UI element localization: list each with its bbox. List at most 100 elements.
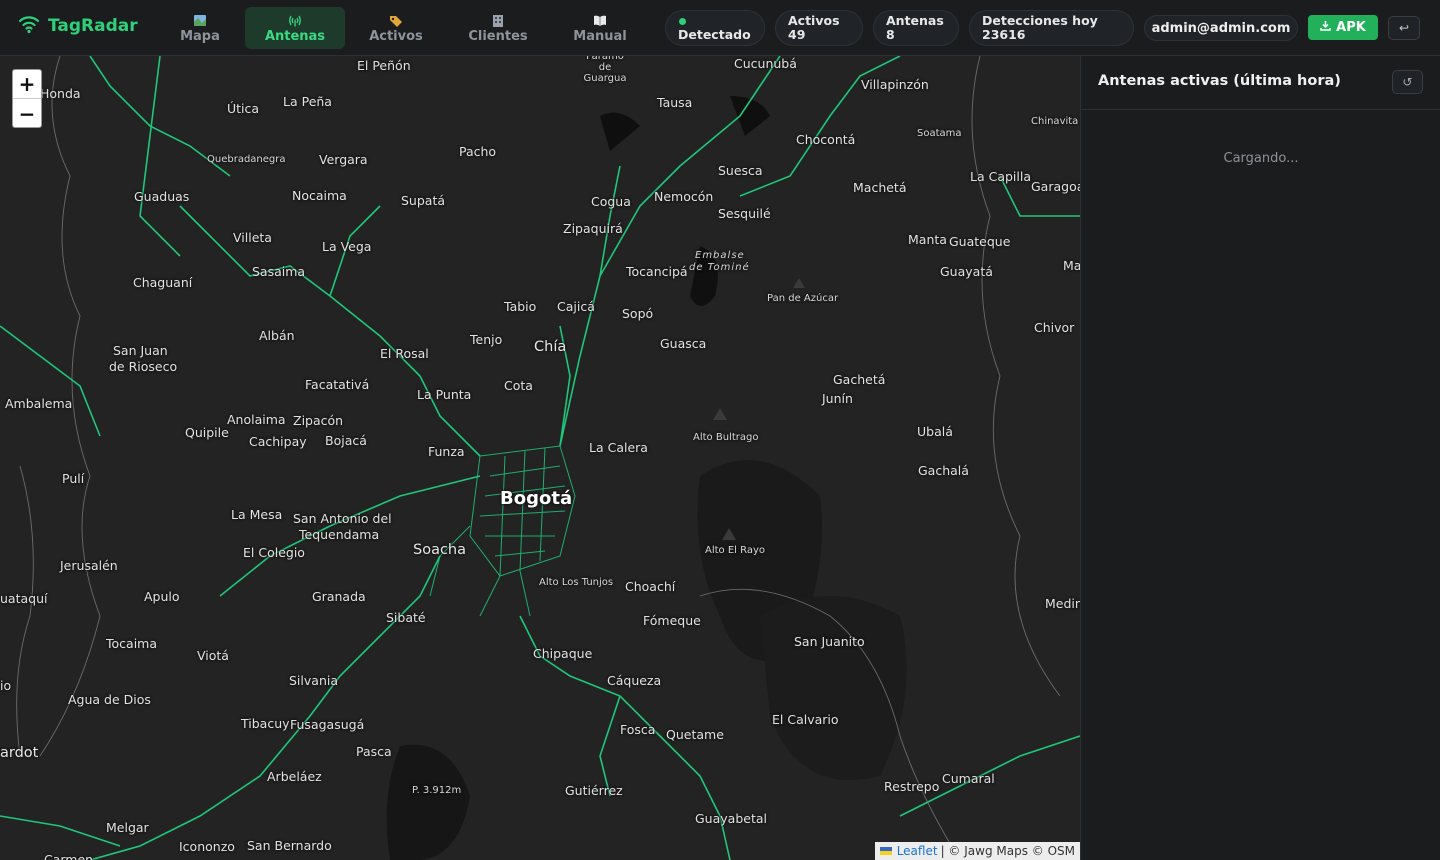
map-label: Zipacón xyxy=(293,413,344,428)
map-label: Alto Los Tunjos xyxy=(539,577,614,588)
logout-button[interactable]: ↩ xyxy=(1388,16,1420,40)
map-roads xyxy=(0,56,1080,860)
map-label: Cajicá xyxy=(557,299,595,314)
map-label: Chipaque xyxy=(533,646,593,661)
map-label: Funza xyxy=(428,444,465,459)
logout-icon: ↩ xyxy=(1398,21,1410,35)
tab-clientes[interactable]: Clientes xyxy=(448,7,548,49)
map-label-bogota: Bogotá xyxy=(500,488,573,509)
map-label: Pasca xyxy=(356,744,392,759)
map-label: Viotá xyxy=(197,648,229,663)
map-label: Icononzo xyxy=(179,839,235,854)
map-label: Chivor xyxy=(1034,320,1075,335)
map-label: Útica xyxy=(227,101,260,116)
apk-label: APK xyxy=(1336,20,1366,35)
antenas-count: Antenas 8 xyxy=(873,10,959,46)
tag-icon xyxy=(389,12,403,28)
refresh-button[interactable]: ↺ xyxy=(1392,70,1423,94)
apk-download-button[interactable]: APK xyxy=(1308,15,1378,40)
building-icon xyxy=(491,12,505,28)
map-view[interactable]: Honda El Peñón Páramo de Guargua Cucunub… xyxy=(0,56,1080,860)
map-label: Gachetá xyxy=(833,372,886,387)
app-name: TagRadar xyxy=(48,16,138,36)
map-label: Chocontá xyxy=(796,132,856,147)
map-label: San Juanito xyxy=(794,634,865,649)
map-label: Cota xyxy=(504,378,533,393)
map-label: Cachipay xyxy=(249,434,307,449)
panel-title: Antenas activas (última hora) xyxy=(1098,73,1341,89)
detecciones-value: 23616 xyxy=(982,27,1026,42)
map-label: El Calvario xyxy=(772,712,839,727)
map-label: Vergara xyxy=(319,152,368,167)
user-email[interactable]: admin@admin.com xyxy=(1144,15,1298,41)
map-label: Guaduas xyxy=(134,189,190,204)
panel-header: Antenas activas (última hora) ↺ xyxy=(1081,56,1440,110)
map-label: Choachí xyxy=(625,579,676,594)
detecciones-label: Detecciones hoy xyxy=(982,13,1098,28)
map-label: Guasca xyxy=(660,336,707,351)
map-label: La Vega xyxy=(322,239,372,254)
map-attribution: Leaflet | © Jawg Maps © OSM xyxy=(874,842,1080,860)
map-label: Guateque xyxy=(949,234,1011,249)
antenna-icon xyxy=(288,12,302,28)
tab-label: Mapa xyxy=(180,29,220,44)
map-label: Facatativá xyxy=(305,377,370,392)
map-label: Ma xyxy=(1063,258,1080,273)
wifi-icon xyxy=(18,14,40,38)
map-label: Chaguaní xyxy=(133,275,193,290)
map-label: El Colegio xyxy=(243,545,305,560)
map-label: Honda xyxy=(40,86,81,101)
map-label: io xyxy=(0,678,12,693)
map-label: Tenjo xyxy=(470,332,503,347)
peak-icon xyxy=(722,528,736,540)
map-label: Quebradanegra xyxy=(207,154,286,165)
tab-label: Manual xyxy=(573,29,627,44)
map-label: P. 3.912m xyxy=(412,785,462,796)
map-label: uataquí xyxy=(0,591,48,606)
detecciones-count: Detecciones hoy 23616 xyxy=(969,10,1134,46)
map-label: Alto Bultrago xyxy=(693,432,759,443)
map-label: San Bernardo xyxy=(247,838,332,853)
antenas-label: Antenas xyxy=(886,13,944,28)
antennas-panel: Antenas activas (última hora) ↺ Cargando… xyxy=(1080,56,1440,860)
leaflet-link[interactable]: Leaflet xyxy=(897,844,938,858)
antenas-value: 8 xyxy=(886,27,895,42)
map-label: Cucunubá xyxy=(734,56,797,71)
map-label: Fosca xyxy=(620,722,656,737)
zoom-out-button[interactable]: − xyxy=(13,99,41,127)
tab-label: Clientes xyxy=(468,29,528,44)
map-label: Apulo xyxy=(144,589,180,604)
detected-label: Detectado xyxy=(678,27,751,42)
map-label: Tabio xyxy=(504,299,537,314)
map-label: Cáqueza xyxy=(607,673,662,688)
map-label: Nocaima xyxy=(292,188,347,203)
map-label: Junín xyxy=(822,391,853,406)
map-label: Cogua xyxy=(591,194,631,209)
map-label: Silvania xyxy=(289,673,338,688)
map-label: Sasaima xyxy=(252,264,306,279)
tab-antenas[interactable]: Antenas xyxy=(245,7,345,49)
tab-activos[interactable]: Activos xyxy=(346,7,446,49)
map-label: Sibaté xyxy=(386,610,426,625)
map-label: La Punta xyxy=(417,387,472,402)
map-label: Arbeláez xyxy=(267,769,322,784)
loading-text: Cargando... xyxy=(1223,151,1299,166)
map-label: Ubalá xyxy=(917,424,953,439)
map-label: Agua de Dios xyxy=(68,692,151,707)
map-label: Machetá xyxy=(853,180,907,195)
map-label: El Peñón xyxy=(357,58,411,73)
map-label: Villeta xyxy=(233,230,272,245)
map-label: Sesquilé xyxy=(718,206,771,221)
zoom-control: + − xyxy=(12,69,42,128)
brand[interactable]: TagRadar xyxy=(18,14,138,38)
tab-manual[interactable]: Manual xyxy=(550,7,650,49)
map-label: Manta xyxy=(908,232,947,247)
map-label: Zipaquirá xyxy=(563,221,623,236)
map-label: La Peña xyxy=(283,94,332,109)
attribution-text: | © Jawg Maps © OSM xyxy=(940,844,1075,858)
tab-label: Antenas xyxy=(264,29,326,44)
tab-mapa[interactable]: Mapa xyxy=(150,7,250,49)
zoom-in-button[interactable]: + xyxy=(13,70,41,99)
map-label: Tibacuy xyxy=(241,716,290,731)
peak-icon xyxy=(713,408,727,420)
